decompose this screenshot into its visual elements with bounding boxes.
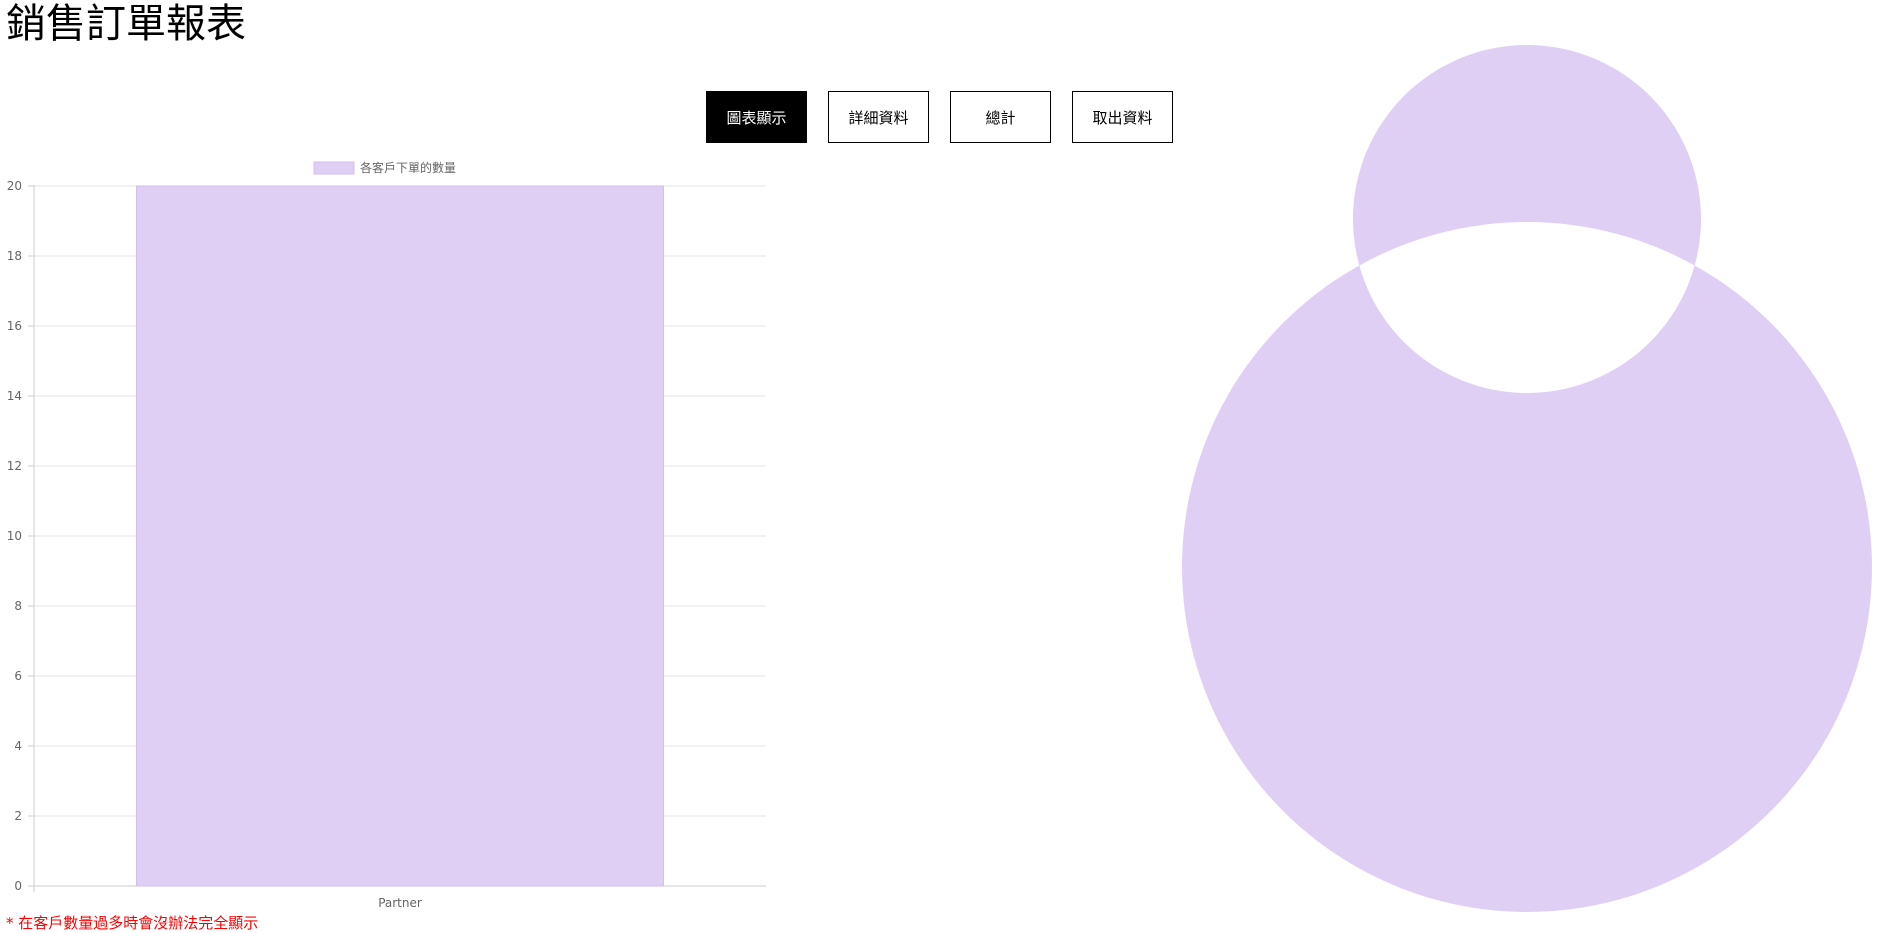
display-limit-note: * 在客戶數量過多時會沒辦法完全顯示: [6, 914, 259, 932]
order-amount-doughnut-chart: 各客戶下單的金額Partner: [1181, 44, 1872, 913]
doughnut-slice-partner: [1181, 44, 1872, 913]
